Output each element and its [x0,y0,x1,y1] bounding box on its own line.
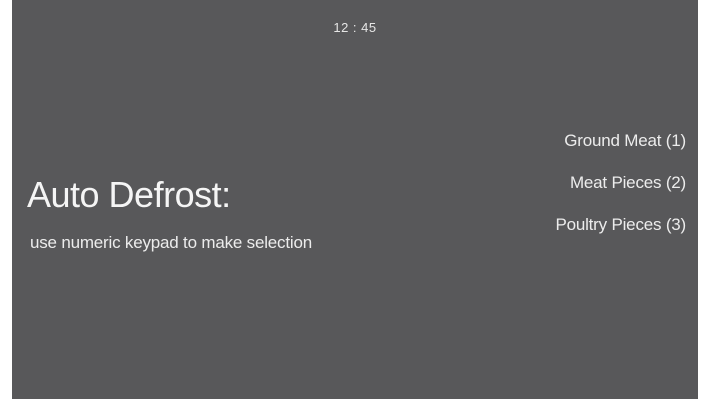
defrost-options-list: Ground Meat (1) Meat Pieces (2) Poultry … [555,129,686,255]
option-meat-pieces[interactable]: Meat Pieces (2) [555,171,686,213]
defrost-screen: 12 : 45 Auto Defrost: use numeric keypad… [12,0,698,399]
instruction-text: use numeric keypad to make selection [30,233,312,252]
option-ground-meat[interactable]: Ground Meat (1) [555,129,686,171]
option-poultry-pieces[interactable]: Poultry Pieces (3) [555,213,686,255]
page-title: Auto Defrost: [27,174,231,215]
clock-display: 12 : 45 [333,20,377,35]
